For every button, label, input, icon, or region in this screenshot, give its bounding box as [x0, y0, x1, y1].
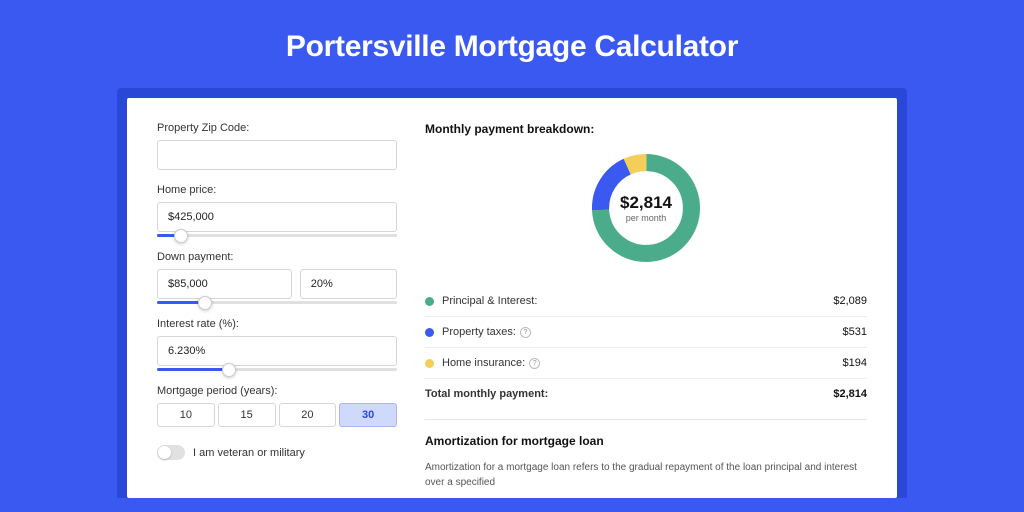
period-button-15[interactable]: 15: [218, 403, 276, 427]
interest-rate-slider[interactable]: [157, 368, 397, 371]
down-payment-label: Down payment:: [157, 251, 397, 263]
period-button-20[interactable]: 20: [279, 403, 337, 427]
line-label: Property taxes:: [442, 326, 516, 338]
down-payment-slider[interactable]: [157, 301, 397, 304]
slider-thumb-icon[interactable]: [198, 296, 212, 310]
home-price-slider[interactable]: [157, 234, 397, 237]
line-label: Home insurance:: [442, 357, 525, 369]
period-field: Mortgage period (years): 10 15 20 30: [157, 385, 397, 427]
line-taxes: Property taxes: ? $531: [425, 316, 867, 347]
total-value: $2,814: [833, 388, 867, 400]
line-value: $2,089: [833, 295, 867, 307]
calculator-card: Property Zip Code: Home price: Down paym…: [127, 98, 897, 498]
zip-input[interactable]: [157, 140, 397, 170]
donut-chart: $2,814 per month: [586, 148, 706, 268]
page-title: Portersville Mortgage Calculator: [0, 30, 1024, 64]
donut-center: $2,814 per month: [586, 148, 706, 268]
interest-rate-input[interactable]: [157, 336, 397, 366]
interest-rate-field: Interest rate (%):: [157, 318, 397, 371]
page-header: Portersville Mortgage Calculator: [0, 0, 1024, 88]
line-total: Total monthly payment: $2,814: [425, 378, 867, 409]
home-price-input[interactable]: [157, 202, 397, 232]
period-button-group: 10 15 20 30: [157, 403, 397, 427]
veteran-label: I am veteran or military: [193, 447, 305, 459]
line-value: $194: [843, 357, 867, 369]
total-label: Total monthly payment:: [425, 388, 548, 400]
down-payment-amount-input[interactable]: [157, 269, 292, 299]
breakdown-title: Monthly payment breakdown:: [425, 122, 867, 136]
dot-icon: [425, 297, 434, 306]
form-panel: Property Zip Code: Home price: Down paym…: [157, 122, 397, 498]
interest-rate-label: Interest rate (%):: [157, 318, 397, 330]
period-button-30[interactable]: 30: [339, 403, 397, 427]
line-label: Principal & Interest:: [442, 295, 537, 307]
calculator-card-frame: Property Zip Code: Home price: Down paym…: [117, 88, 907, 498]
slider-thumb-icon[interactable]: [222, 363, 236, 377]
amort-title: Amortization for mortgage loan: [425, 434, 867, 448]
divider: [425, 419, 867, 420]
home-price-field: Home price:: [157, 184, 397, 237]
home-price-label: Home price:: [157, 184, 397, 196]
down-payment-percent-input[interactable]: [300, 269, 397, 299]
amort-text: Amortization for a mortgage loan refers …: [425, 460, 867, 490]
down-payment-field: Down payment:: [157, 251, 397, 304]
donut-amount: $2,814: [620, 193, 672, 213]
line-value: $531: [843, 326, 867, 338]
line-principal: Principal & Interest: $2,089: [425, 286, 867, 316]
slider-thumb-icon[interactable]: [174, 229, 188, 243]
zip-field: Property Zip Code:: [157, 122, 397, 170]
zip-label: Property Zip Code:: [157, 122, 397, 134]
dot-icon: [425, 359, 434, 368]
info-icon[interactable]: ?: [520, 327, 531, 338]
breakdown-panel: Monthly payment breakdown: $2,814 per mo…: [425, 122, 867, 498]
info-icon[interactable]: ?: [529, 358, 540, 369]
period-button-10[interactable]: 10: [157, 403, 215, 427]
donut-sub: per month: [626, 213, 667, 223]
period-label: Mortgage period (years):: [157, 385, 397, 397]
line-insurance: Home insurance: ? $194: [425, 347, 867, 378]
donut-chart-wrap: $2,814 per month: [425, 148, 867, 268]
veteran-toggle-row: I am veteran or military: [157, 445, 397, 460]
veteran-toggle[interactable]: [157, 445, 185, 460]
dot-icon: [425, 328, 434, 337]
